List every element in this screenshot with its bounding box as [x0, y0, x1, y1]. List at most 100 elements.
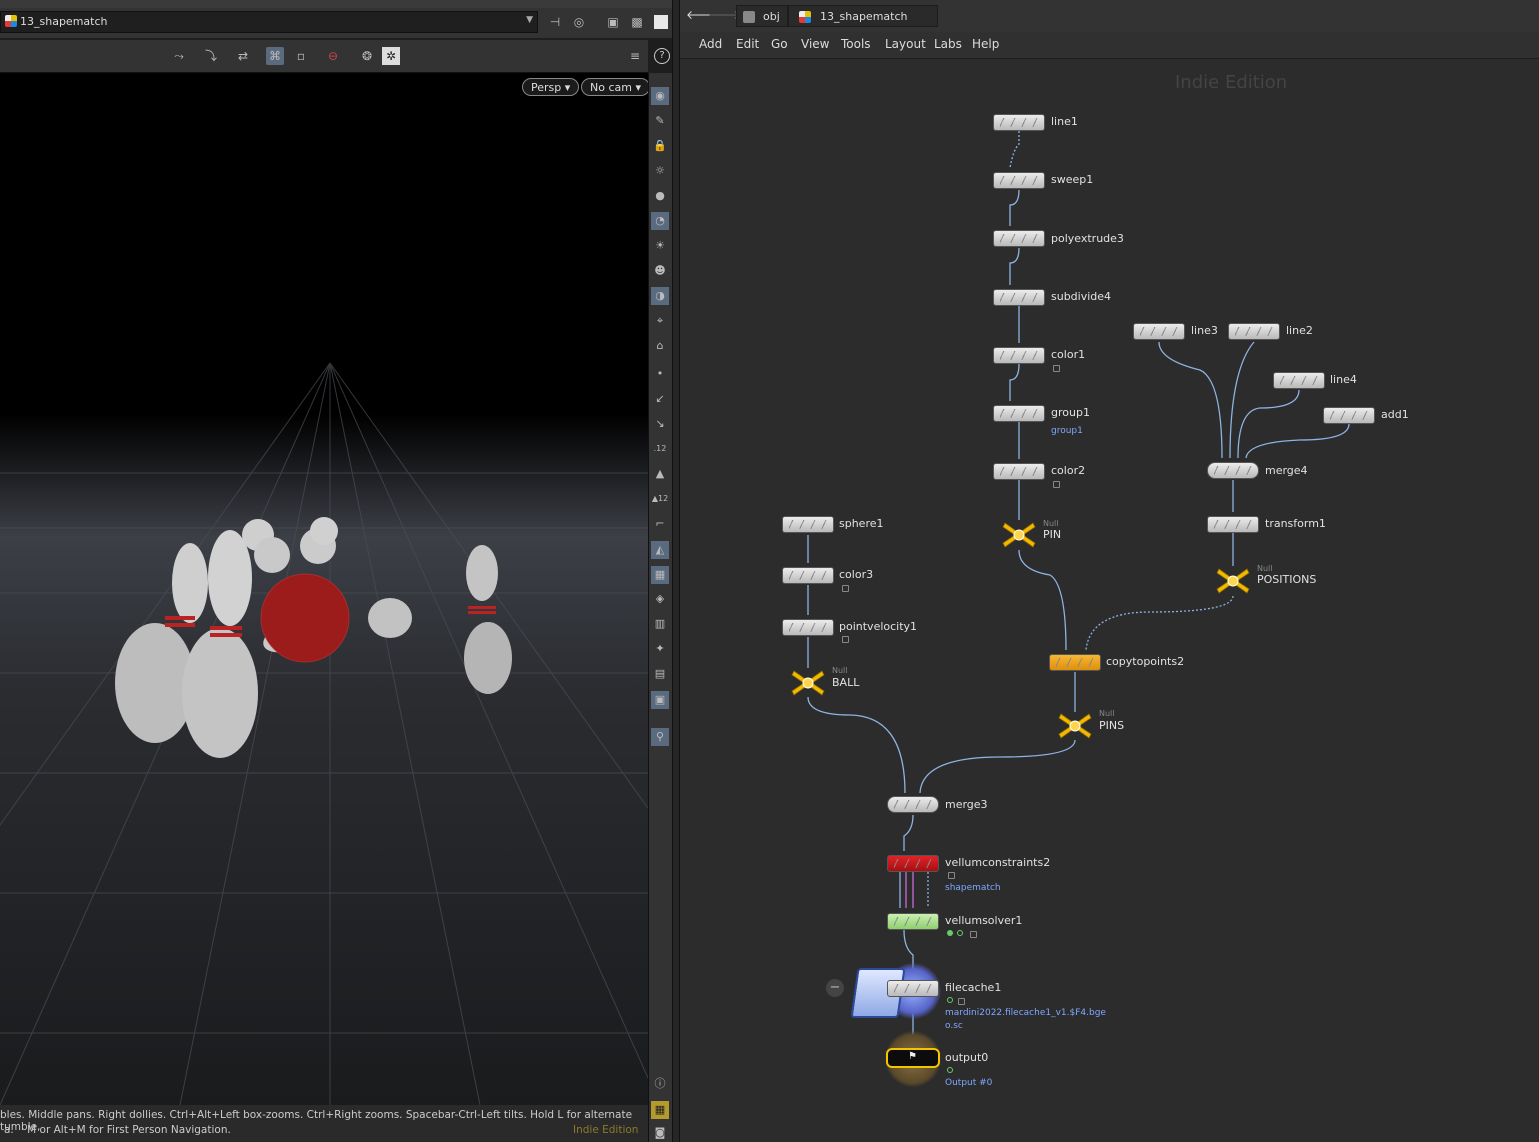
background-icon[interactable]: ▤: [651, 665, 669, 683]
texture-icon[interactable]: ▥: [651, 615, 669, 633]
pan-tool-icon[interactable]: ⤵: [202, 47, 220, 65]
node-pointvelocity1[interactable]: [782, 619, 834, 636]
node-vellumsolver1[interactable]: [887, 913, 939, 930]
node-label-line2: line2: [1286, 324, 1313, 337]
headlight-icon[interactable]: ☀: [651, 237, 669, 255]
maximize-icon[interactable]: [654, 15, 668, 29]
3d-viewport[interactable]: [0, 73, 648, 1105]
status-ring-icon: [947, 997, 953, 1003]
info-icon[interactable]: ⓘ: [651, 1075, 669, 1093]
box-select-icon[interactable]: ▫: [292, 47, 310, 65]
node-label-line4: line4: [1330, 373, 1357, 386]
dolly-tool-icon[interactable]: ⇄: [234, 47, 252, 65]
view-icon[interactable]: ◉: [651, 87, 669, 105]
node-label-vellumsolver1: vellumsolver1: [945, 914, 1023, 927]
breadcrumb-obj-label: obj: [763, 10, 780, 23]
persp-camera-button[interactable]: Persp ▾: [522, 78, 580, 96]
node-line4[interactable]: [1273, 372, 1325, 389]
menu-view[interactable]: View: [801, 37, 829, 51]
camera-icon[interactable]: ⌂: [651, 337, 669, 355]
ghost-icon[interactable]: ✎: [651, 112, 669, 130]
node-merge4[interactable]: [1207, 462, 1259, 479]
background-image-icon[interactable]: ▣: [651, 691, 669, 709]
menu-add[interactable]: Add: [699, 37, 722, 51]
node-filecache1[interactable]: [887, 980, 939, 997]
breadcrumb-13-shapematch[interactable]: 13_shapematch: [788, 5, 938, 27]
particles-icon[interactable]: ✦: [651, 640, 669, 658]
collapse-icon[interactable]: −: [826, 979, 844, 997]
node-copytopoints2[interactable]: [1049, 654, 1101, 671]
node-transform1[interactable]: [1207, 516, 1259, 533]
node-polyextrude3[interactable]: [993, 230, 1045, 247]
normals-icon[interactable]: ↙: [651, 390, 669, 408]
sphere-shading-icon[interactable]: ●: [651, 187, 669, 205]
chevron-down-icon[interactable]: ▼: [526, 15, 533, 25]
node-color2[interactable]: [993, 463, 1045, 480]
node-type-pin: Null: [1043, 519, 1059, 528]
node-label-pointvelocity1: pointvelocity1: [839, 620, 918, 633]
node-pin-null[interactable]: [1001, 520, 1037, 550]
obj-context-icon: [743, 11, 755, 23]
vertex-icon[interactable]: ↘: [651, 415, 669, 433]
node-subdivide4[interactable]: [993, 289, 1045, 306]
status-bar: bles. Middle pans. Right dollies. Ctrl+A…: [0, 1105, 648, 1142]
camera-view-icon[interactable]: ◙: [651, 1124, 669, 1142]
node-sweep1[interactable]: [993, 172, 1045, 189]
menu-labs[interactable]: Labs: [934, 37, 962, 51]
point-numbers-icon[interactable]: .12: [651, 440, 669, 458]
location-icon[interactable]: ⚲: [651, 728, 669, 746]
no-cam-button[interactable]: No cam ▾: [581, 78, 650, 96]
node-pins-null[interactable]: [1057, 711, 1093, 741]
node-ball-null[interactable]: [790, 668, 826, 698]
node-sphere1[interactable]: [782, 516, 834, 533]
visualizer-icon[interactable]: ⌖: [651, 312, 669, 330]
node-line1[interactable]: [993, 114, 1045, 131]
snap-icon[interactable]: ❂: [358, 47, 376, 65]
help-icon[interactable]: ?: [654, 48, 670, 64]
node-color3[interactable]: [782, 567, 834, 584]
node-type-pins: Null: [1099, 709, 1115, 718]
node-output0[interactable]: ⚑: [886, 1048, 940, 1068]
link-icon[interactable]: ◎: [570, 13, 588, 31]
display-options-icon[interactable]: ▩: [628, 13, 646, 31]
node-positions-null[interactable]: [1215, 566, 1251, 596]
node-label-sweep1: sweep1: [1051, 173, 1094, 186]
menu-tools[interactable]: Tools: [841, 37, 871, 51]
node-line3[interactable]: [1133, 323, 1185, 340]
point-display-icon[interactable]: •: [651, 365, 669, 383]
edge-icon[interactable]: ⌐: [651, 515, 669, 533]
back-arrow-icon[interactable]: 🡐: [686, 6, 718, 24]
bounding-box-icon[interactable]: ◈: [651, 590, 669, 608]
grid-view-icon[interactable]: ▦: [651, 1101, 669, 1119]
select-mode-icon[interactable]: ⌘: [266, 47, 284, 65]
prim-numbers-icon[interactable]: ▲12: [651, 490, 669, 508]
node-add1[interactable]: [1323, 407, 1375, 424]
stop-icon[interactable]: ⊖: [324, 47, 342, 65]
menu-help[interactable]: Help: [972, 37, 999, 51]
uv-checker-icon[interactable]: ▦: [651, 566, 669, 584]
tumble-tool-icon[interactable]: ⤳: [170, 47, 188, 65]
breadcrumb-obj[interactable]: obj: [736, 5, 788, 27]
lightbulb-icon[interactable]: ☼: [651, 162, 669, 180]
node-label-polyextrude3: polyextrude3: [1051, 232, 1124, 245]
cube-icon[interactable]: ▣: [604, 13, 622, 31]
node-line2[interactable]: [1228, 323, 1280, 340]
menu-go[interactable]: Go: [771, 37, 788, 51]
forward-arrow-icon[interactable]: 🡒: [708, 6, 740, 24]
menu-layout[interactable]: Layout: [885, 37, 926, 51]
node-vellumconstraints2[interactable]: [887, 855, 939, 872]
light-icon[interactable]: ◔: [651, 212, 669, 230]
lock-icon[interactable]: 🔒: [651, 137, 669, 155]
node-merge3[interactable]: [887, 796, 939, 813]
skull-icon[interactable]: ☻: [651, 262, 669, 280]
display-list-icon[interactable]: ≡: [626, 47, 644, 65]
node-color1[interactable]: [993, 347, 1045, 364]
shading-mode-icon[interactable]: ◑: [651, 287, 669, 305]
gear-icon[interactable]: ✲: [382, 47, 400, 65]
prim-normals-icon[interactable]: ▲: [651, 465, 669, 483]
pin-icon[interactable]: ⊣: [546, 13, 564, 31]
template-icon[interactable]: ◭: [651, 541, 669, 559]
node-group1[interactable]: [993, 405, 1045, 422]
pane-splitter[interactable]: [672, 0, 680, 1142]
menu-edit[interactable]: Edit: [736, 37, 759, 51]
